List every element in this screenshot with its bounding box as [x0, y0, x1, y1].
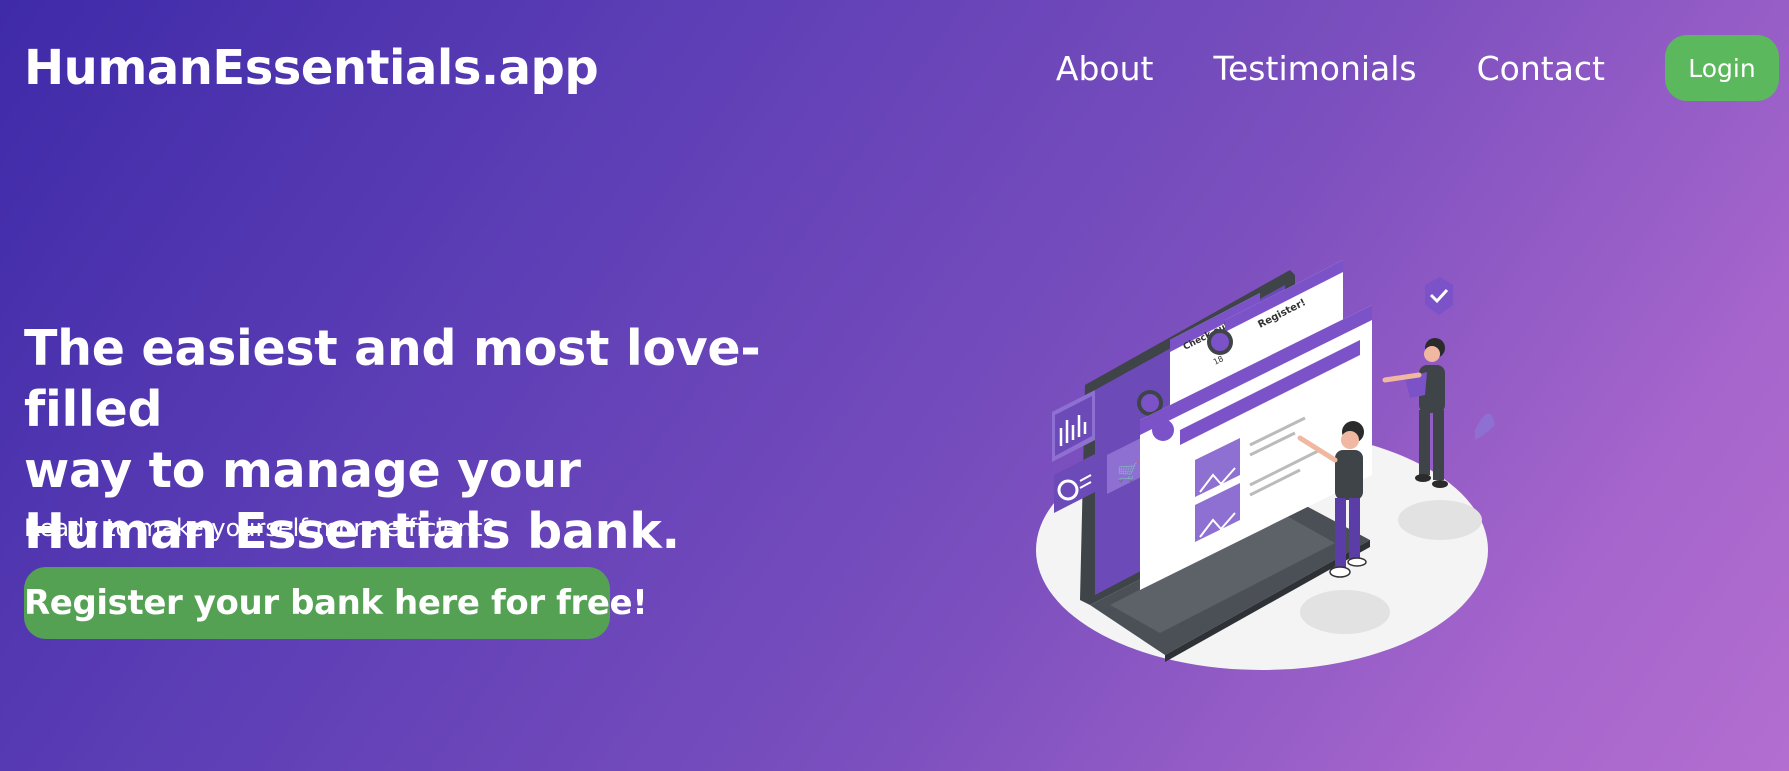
main-nav: About Testimonials Contact Login [1056, 35, 1779, 101]
hero-subtitle: Ready to make yourself more efficient? [24, 514, 496, 542]
register-bank-button[interactable]: Register your bank here for free! [24, 567, 648, 639]
nav-about-link[interactable]: About [1056, 49, 1154, 88]
svg-text:🛒: 🛒 [1117, 461, 1139, 483]
hero-title-line-2: way to manage your [24, 442, 581, 499]
nav-contact-link[interactable]: Contact [1477, 49, 1605, 88]
brand-logo[interactable]: HumanEssentials.app [24, 40, 599, 96]
login-button[interactable]: Login [1665, 35, 1779, 101]
hero-illustration: 🛒 Check out 18 Register! [1036, 260, 1495, 670]
hero-title-line-1: The easiest and most love-filled [24, 320, 761, 438]
nav-testimonials-link[interactable]: Testimonials [1213, 49, 1416, 88]
shield-check-icon [1425, 277, 1453, 315]
